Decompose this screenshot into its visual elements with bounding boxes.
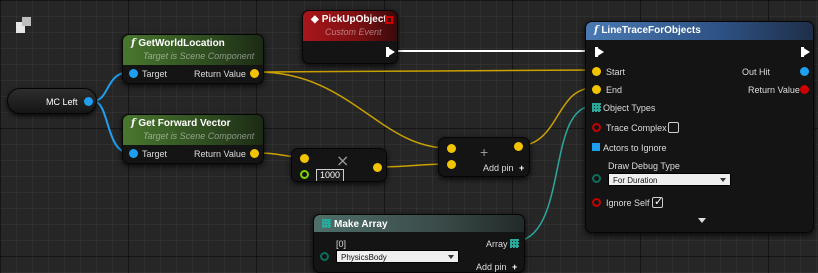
chevron-down-icon <box>720 178 726 182</box>
plus-icon: + <box>512 262 518 272</box>
get-forward-vector-header: f Get Forward Vector Target is Scene Comp… <box>123 115 263 145</box>
element-input-pin[interactable] <box>320 252 329 261</box>
make-array-node[interactable]: Make Array [0] PhysicsBody Array Add pin… <box>313 214 525 273</box>
array-output-pin[interactable] <box>510 239 519 248</box>
end-input-pin[interactable] <box>592 85 601 94</box>
return-value-output-pin[interactable] <box>250 69 259 78</box>
pickup-object-event-node[interactable]: ◆ PickUpObject Custom Event <box>302 10 398 64</box>
multiply-float-input-pin[interactable] <box>300 170 309 179</box>
ignore-self-input-pin[interactable] <box>592 198 601 207</box>
actors-to-ignore-label: Actors to Ignore <box>603 143 667 153</box>
add-output-pin[interactable] <box>514 142 523 151</box>
multiply-vector-input-pin[interactable] <box>300 154 309 163</box>
out-hit-output-pin[interactable] <box>800 67 809 76</box>
make-array-title: Make Array <box>334 219 388 230</box>
wire-location-to-start <box>257 69 594 73</box>
return-value-output-pin[interactable] <box>800 85 809 94</box>
wire-location-to-add <box>257 71 449 149</box>
add-icon: + <box>480 144 489 160</box>
get-world-location-node[interactable]: f GetWorldLocation Target is Scene Compon… <box>122 34 264 84</box>
expand-arrow-icon[interactable] <box>698 218 706 223</box>
event-icon: ◆ <box>311 14 319 25</box>
function-icon: f <box>131 118 136 129</box>
multiply-node[interactable]: × 1000 <box>291 148 387 182</box>
draw-debug-type-value: For Duration <box>613 176 658 185</box>
out-hit-label: Out Hit <box>742 67 771 77</box>
trace-complex-input-pin[interactable] <box>592 123 601 132</box>
get-forward-vector-subtitle: Target is Scene Component <box>143 131 255 141</box>
start-input-pin[interactable] <box>592 67 601 76</box>
get-forward-vector-title: Get Forward Vector <box>138 118 231 129</box>
add-pin-button[interactable]: Add pin + <box>483 163 524 173</box>
draw-debug-type-dropdown[interactable]: For Duration <box>608 173 731 186</box>
target-input-label: Target <box>142 149 168 159</box>
get-world-location-title: GetWorldLocation <box>138 38 225 49</box>
pickup-object-title: PickUpObject <box>321 14 387 25</box>
mc-left-variable-node[interactable]: MC Left <box>7 88 97 114</box>
object-types-input-pin[interactable] <box>592 103 601 112</box>
get-forward-vector-node[interactable]: f Get Forward Vector Target is Scene Comp… <box>122 114 264 164</box>
pickup-object-subtitle: Custom Event <box>325 27 382 37</box>
function-icon: f <box>594 25 599 36</box>
exec-output-pin[interactable] <box>801 47 810 57</box>
plus-icon: + <box>519 163 525 173</box>
exec-input-pin[interactable] <box>595 47 604 57</box>
actors-to-ignore-input-pin[interactable] <box>592 143 600 151</box>
line-trace-for-objects-node[interactable]: f LineTraceForObjects Start Out Hit End R… <box>585 21 814 233</box>
add-node[interactable]: + Add pin + <box>438 137 530 177</box>
multiply-icon: × <box>336 151 350 170</box>
chevron-down-icon <box>448 255 454 259</box>
element-value: PhysicsBody <box>341 253 387 262</box>
add-pin-label: Add pin <box>483 163 514 173</box>
mc-left-output-pin[interactable] <box>84 97 93 106</box>
trace-complex-checkbox[interactable] <box>668 122 679 133</box>
trace-complex-label: Trace Complex <box>606 123 667 133</box>
ignore-self-checkbox[interactable] <box>652 195 663 208</box>
target-input-pin[interactable] <box>129 69 138 78</box>
blueprint-logo-icon <box>16 17 32 33</box>
add-pin-button[interactable]: Add pin + <box>476 262 517 272</box>
make-array-header: Make Array <box>314 215 524 232</box>
make-array-icon <box>322 219 331 228</box>
return-value-output-label: Return Value <box>194 69 246 79</box>
return-value-label: Return Value <box>748 85 800 95</box>
draw-debug-type-input-pin[interactable] <box>592 174 601 183</box>
line-trace-header: f LineTraceForObjects <box>586 22 813 40</box>
event-exec-output-pin[interactable] <box>386 47 395 57</box>
line-trace-title: LineTraceForObjects <box>601 25 701 36</box>
multiply-float-field[interactable]: 1000 <box>316 169 344 181</box>
add-pin-label: Add pin <box>476 262 507 272</box>
ignore-self-label: Ignore Self <box>606 198 650 208</box>
function-icon: f <box>131 38 136 49</box>
target-input-label: Target <box>142 69 168 79</box>
wire-add-to-end <box>516 87 594 147</box>
return-value-output-pin[interactable] <box>250 149 259 158</box>
delegate-pin-icon[interactable] <box>385 16 393 24</box>
pickup-object-header: ◆ PickUpObject Custom Event <box>303 11 397 41</box>
draw-debug-type-label: Draw Debug Type <box>608 161 680 171</box>
add-input-b-pin[interactable] <box>447 160 456 169</box>
array-index-label: [0] <box>336 239 347 249</box>
get-world-location-subtitle: Target is Scene Component <box>143 51 255 61</box>
multiply-output-pin[interactable] <box>373 163 382 172</box>
get-world-location-header: f GetWorldLocation Target is Scene Compon… <box>123 35 263 65</box>
return-value-output-label: Return Value <box>194 149 246 159</box>
mc-left-label: MC Left <box>46 97 78 107</box>
array-output-label: Array <box>486 239 508 249</box>
start-label: Start <box>606 67 626 77</box>
end-label: End <box>606 85 623 95</box>
object-types-label: Object Types <box>603 103 656 113</box>
element-dropdown[interactable]: PhysicsBody <box>336 250 459 263</box>
target-input-pin[interactable] <box>129 149 138 158</box>
add-input-a-pin[interactable] <box>447 144 456 153</box>
